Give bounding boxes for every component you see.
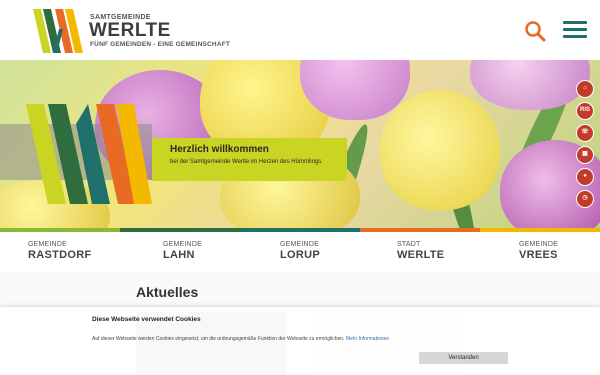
cookie-accept-button[interactable]: Verstanden — [419, 352, 508, 364]
cookie-title: Diese Webseite verwendet Cookies — [92, 316, 201, 323]
hero-banner: Herzlich willkommen bei der Samtgemeinde… — [0, 60, 600, 230]
werlte-hero-logo — [26, 104, 152, 204]
section-title: Aktuelles — [136, 284, 199, 300]
clock-icon[interactable]: ◷ — [576, 190, 594, 208]
brand-name: WERLTE — [89, 20, 171, 41]
cookie-more-info-link[interactable]: Mehr Informationen — [346, 336, 389, 342]
municipality-lahn[interactable]: GEMEINDE LAHN — [163, 241, 202, 261]
hamburger-menu-icon[interactable] — [563, 21, 587, 39]
search-icon[interactable] — [524, 20, 546, 42]
brand-tagline: FÜNF GEMEINDEN - EINE GEMEINSCHAFT — [90, 41, 231, 48]
municipality-rastdorf[interactable]: GEMEINDE RASTDORF — [28, 241, 92, 261]
werlte-logo[interactable] — [33, 9, 85, 53]
cookie-banner: Diese Webseite verwendet Cookies Auf die… — [0, 307, 600, 375]
municipality-lorup[interactable]: GEMEINDE LORUP — [280, 241, 320, 261]
welcome-box: Herzlich willkommen bei der Samtgemeinde… — [152, 138, 347, 181]
ris-icon[interactable]: RIS — [576, 102, 594, 120]
welcome-title: Herzlich willkommen — [170, 144, 269, 155]
municipality-nav: GEMEINDE RASTDORF GEMEINDE LAHN GEMEINDE… — [0, 232, 600, 272]
quick-links: ⌂ RIS ☏ ▦ ● ◷ — [570, 80, 600, 212]
home-icon[interactable]: ⌂ — [576, 80, 594, 98]
map-marker-icon[interactable]: ● — [576, 168, 594, 186]
municipality-werlte[interactable]: STADT WERLTE — [397, 241, 444, 261]
phone-icon[interactable]: ☏ — [576, 124, 594, 142]
cookie-text: Auf dieser Webseite werden Cookies einge… — [92, 336, 390, 342]
welcome-subtitle: bei der Samtgemeinde Werlte im Herzen de… — [170, 159, 322, 165]
municipality-vrees[interactable]: GEMEINDE VREES — [519, 241, 558, 261]
site-header: SAMTGEMEINDE WERLTE FÜNF GEMEINDEN - EIN… — [0, 0, 600, 60]
calendar-icon[interactable]: ▦ — [576, 146, 594, 164]
